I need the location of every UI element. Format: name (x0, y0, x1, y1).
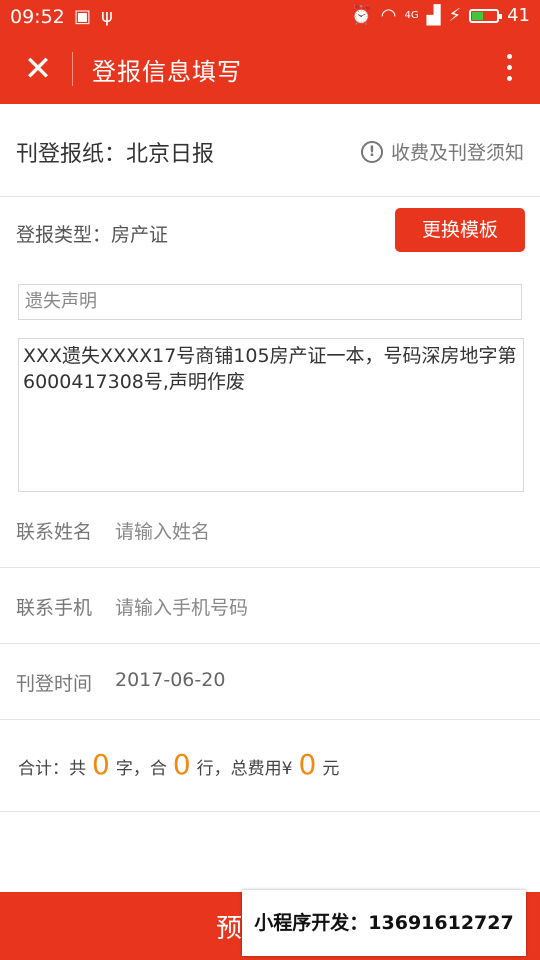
status-time: 09:52 (10, 6, 65, 28)
publish-date-label: 刊登时间 (16, 673, 93, 695)
contact-phone-row: 联系手机 请输入手机号码 (0, 568, 540, 644)
total-prefix: 合计：共 (18, 759, 86, 779)
status-bar: 09:52 ▣ ψ ⏰ ◠ 4G ▟ ⚡ 41 (0, 0, 540, 34)
newspaper-label: 刊登报纸：北京日报 (16, 142, 215, 167)
total-suffix: 元 (322, 759, 340, 779)
close-icon[interactable]: ✕ (20, 49, 56, 89)
page-title: 登报信息填写 (92, 58, 242, 86)
contact-name-row: 联系姓名 请输入姓名 (0, 492, 540, 568)
signal-icon: ▟ (426, 5, 441, 26)
ad-title-input[interactable]: 遗失声明 (18, 284, 522, 320)
battery-fill (472, 11, 483, 20)
total-fee: 0 (298, 748, 317, 781)
fee-notice-text: 收费及刊登须知 (390, 142, 524, 164)
network-type: 4G (404, 10, 419, 21)
total-mid1: 字，合 (115, 759, 167, 779)
developer-watermark: 小程序开发：13691612727 (242, 890, 526, 956)
image-notification-icon: ▣ (74, 6, 92, 27)
fee-notice-link[interactable]: ! 收费及刊登须知 (360, 138, 524, 165)
contact-name-label: 联系姓名 (16, 521, 93, 543)
status-system-icons: ⏰ ◠ 4G ▟ ⚡ 41 (350, 5, 530, 26)
battery-icon (469, 8, 503, 23)
ad-type-label: 登报类型：房产证 (16, 224, 169, 246)
contact-phone-label: 联系手机 (16, 597, 93, 619)
contact-phone-input[interactable]: 请输入手机号码 (115, 593, 248, 620)
battery-percent: 41 (507, 5, 530, 26)
toolbar-divider (72, 52, 73, 86)
usb-icon: ψ (101, 6, 113, 27)
change-template-button[interactable]: 更换模板 (395, 208, 525, 252)
total-mid2: 行，总费用¥ (196, 759, 293, 779)
char-count: 0 (92, 748, 110, 781)
info-icon: ! (360, 140, 383, 163)
alarm-icon: ⏰ (350, 5, 373, 26)
status-notification-icons: ▣ ψ (74, 6, 113, 27)
charging-icon: ⚡ (448, 5, 462, 26)
more-options-icon[interactable] (502, 50, 516, 88)
newspaper-row: 刊登报纸：北京日报 ! 收费及刊登须知 (0, 104, 540, 197)
line-count: 0 (172, 748, 191, 781)
publish-date-row: 刊登时间 2017-06-20 (0, 644, 540, 720)
wifi-icon: ◠ (380, 5, 397, 26)
app-toolbar: ✕ 登报信息填写 (0, 34, 540, 104)
publish-date-value[interactable]: 2017-06-20 (115, 669, 225, 691)
preview-submit-button[interactable]: 预 (216, 908, 242, 945)
ad-content-textarea[interactable]: XXX遗失XXXX17号商铺105房产证一本，号码深房地字第6000417308… (18, 338, 524, 492)
contact-name-input[interactable]: 请输入姓名 (115, 517, 210, 544)
total-summary: 合计：共 0 字，合 0 行，总费用¥ 0 元 (0, 720, 540, 812)
